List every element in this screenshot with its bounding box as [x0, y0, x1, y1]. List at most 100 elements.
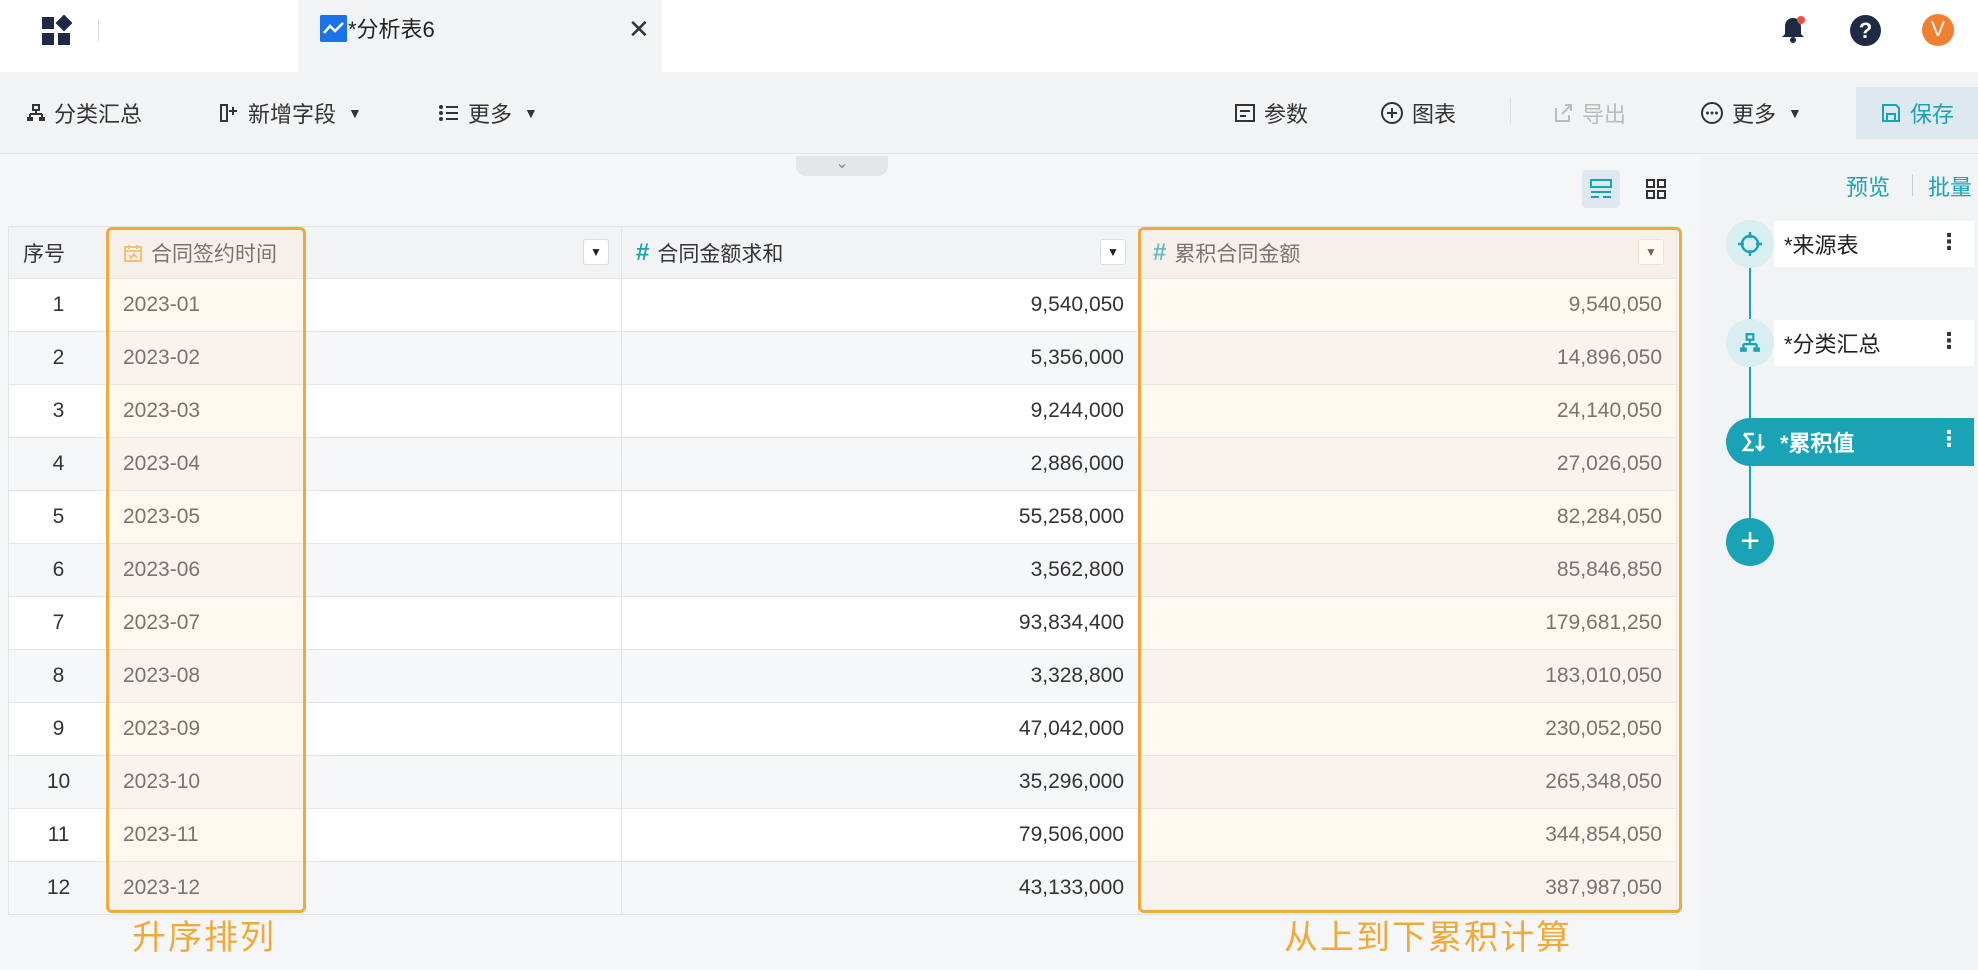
chart-button[interactable]: 图表 — [1380, 96, 1456, 130]
column-header-sign-date[interactable]: 合同签约时间 ▼ — [108, 226, 622, 279]
plus-circle-icon — [1381, 102, 1403, 124]
user-avatar[interactable]: V — [1922, 14, 1954, 46]
group-node-icon-wrap — [1726, 319, 1774, 367]
export-button[interactable]: 导出 — [1552, 96, 1626, 130]
list-view-button[interactable] — [1582, 170, 1620, 208]
column-header-amount-sum[interactable]: # 合同金额求和 ▼ — [621, 226, 1139, 279]
hierarchy-icon — [1740, 333, 1760, 352]
number-type-icon: # — [1153, 238, 1167, 266]
cumulative-icon — [1741, 432, 1765, 452]
cell-date: 2023-04 — [108, 437, 622, 491]
column-dropdown-icon[interactable]: ▼ — [1638, 239, 1664, 265]
cell-index: 12 — [8, 861, 109, 915]
cell-index: 5 — [8, 490, 109, 544]
more-vertical-icon[interactable]: ⋮ — [1938, 328, 1960, 354]
cell-cumulative: 179,681,250 — [1138, 596, 1677, 650]
cell-date: 2023-10 — [108, 755, 622, 809]
flow-node-source[interactable]: *来源表 ⋮ — [1774, 221, 1974, 267]
node-label: *分类汇总 — [1784, 332, 1881, 357]
column-dropdown-icon[interactable]: ▼ — [1100, 239, 1126, 265]
cell-amount: 3,562,800 — [621, 543, 1139, 597]
preview-link[interactable]: 预览 — [1846, 170, 1890, 202]
hierarchy-icon — [27, 104, 45, 121]
cell-index: 4 — [8, 437, 109, 491]
export-icon — [1555, 104, 1572, 122]
cell-amount: 43,133,000 — [621, 861, 1139, 915]
table-header-row: 序号 合同签约时间 ▼ # 合同金额求和 ▼ # 累积合同金额 ▼ — [8, 226, 1677, 279]
analysis-table-icon — [320, 15, 347, 42]
divider — [1912, 174, 1913, 196]
cell-cumulative: 230,052,050 — [1138, 702, 1677, 756]
more-options-button[interactable]: 更多 ▼ — [1700, 96, 1802, 130]
cell-index: 1 — [8, 278, 109, 332]
table-row: 1 2023-01 9,540,050 9,540,050 — [8, 278, 1677, 332]
cell-cumulative: 344,854,050 — [1138, 808, 1677, 862]
more-left-label: 更多 — [468, 102, 513, 127]
batch-link[interactable]: 批量 — [1928, 170, 1972, 202]
column-header-cumulative-amount[interactable]: # 累积合同金额 ▼ — [1138, 226, 1677, 279]
cell-cumulative: 82,284,050 — [1138, 490, 1677, 544]
add-node-button[interactable]: + — [1726, 518, 1774, 566]
ascending-sort-annotation: 升序排列 — [132, 919, 276, 957]
top-left-area — [0, 0, 298, 72]
help-icon[interactable]: ? — [1850, 15, 1881, 46]
cell-date: 2023-02 — [108, 331, 622, 385]
cell-index: 7 — [8, 596, 109, 650]
more-vertical-icon[interactable]: ⋮ — [1938, 426, 1960, 452]
more-menu-button[interactable]: 更多 ▼ — [438, 96, 538, 130]
cell-amount: 47,042,000 — [621, 702, 1139, 756]
table-row: 8 2023-08 3,328,800 183,010,050 — [8, 649, 1677, 703]
cell-index: 6 — [8, 543, 109, 597]
close-icon[interactable]: ✕ — [628, 14, 650, 45]
cell-date: 2023-09 — [108, 702, 622, 756]
params-icon — [1235, 104, 1255, 122]
chart-label: 图表 — [1412, 102, 1457, 127]
cell-date: 2023-05 — [108, 490, 622, 544]
cell-cumulative: 265,348,050 — [1138, 755, 1677, 809]
table-row: 2 2023-02 5,356,000 14,896,050 — [8, 331, 1677, 385]
collapse-toggle[interactable]: ⌄ — [796, 156, 888, 176]
more-right-label: 更多 — [1732, 102, 1777, 127]
params-label: 参数 — [1264, 102, 1309, 127]
cell-date: 2023-07 — [108, 596, 622, 650]
flow-node-group-summary[interactable]: *分类汇总 ⋮ — [1774, 320, 1974, 366]
cell-amount: 3,328,800 — [621, 649, 1139, 703]
cell-cumulative: 27,026,050 — [1138, 437, 1677, 491]
export-label: 导出 — [1582, 102, 1627, 127]
cell-cumulative: 9,540,050 — [1138, 278, 1677, 332]
grid-view-icon — [1646, 179, 1666, 199]
cell-index: 3 — [8, 384, 109, 438]
cell-amount: 9,244,000 — [621, 384, 1139, 438]
column-header-label: 合同签约时间 — [151, 242, 277, 266]
more-vertical-icon[interactable]: ⋮ — [1938, 229, 1960, 255]
toolbar-divider — [1510, 98, 1511, 124]
cell-index: 9 — [8, 702, 109, 756]
more-circle-icon — [1701, 102, 1723, 124]
table-row: 10 2023-10 35,296,000 265,348,050 — [8, 755, 1677, 809]
apps-grid-icon[interactable] — [40, 15, 72, 47]
list-icon — [439, 105, 458, 121]
grid-view-button[interactable] — [1637, 170, 1675, 208]
cell-amount: 35,296,000 — [621, 755, 1139, 809]
params-button[interactable]: 参数 — [1234, 96, 1308, 130]
add-field-button[interactable]: 新增字段 ▼ — [218, 96, 362, 130]
cell-date: 2023-08 — [108, 649, 622, 703]
cell-date: 2023-12 — [108, 861, 622, 915]
table-row: 12 2023-12 43,133,000 387,987,050 — [8, 861, 1677, 915]
tab-analysis-6[interactable]: *分析表6 ✕ — [298, 0, 662, 72]
group-summary-label: 分类汇总 — [54, 102, 143, 127]
group-summary-button[interactable]: 分类汇总 — [26, 96, 142, 130]
column-header-label: 合同金额求和 — [657, 242, 784, 266]
cell-amount: 79,506,000 — [621, 808, 1139, 862]
cell-index: 10 — [8, 755, 109, 809]
save-icon — [1881, 104, 1900, 122]
notification-bell-icon[interactable] — [1778, 14, 1808, 44]
flow-node-cumulative[interactable]: *累积值 ⋮ — [1726, 418, 1974, 466]
table-row: 7 2023-07 93,834,400 179,681,250 — [8, 596, 1677, 650]
node-label: *累积值 — [1780, 431, 1855, 456]
cell-amount: 55,258,000 — [621, 490, 1139, 544]
save-button[interactable]: 保存 — [1856, 87, 1978, 139]
column-dropdown-icon[interactable]: ▼ — [583, 239, 609, 265]
chevron-down-icon: ▼ — [1788, 105, 1802, 121]
cell-date: 2023-11 — [108, 808, 622, 862]
